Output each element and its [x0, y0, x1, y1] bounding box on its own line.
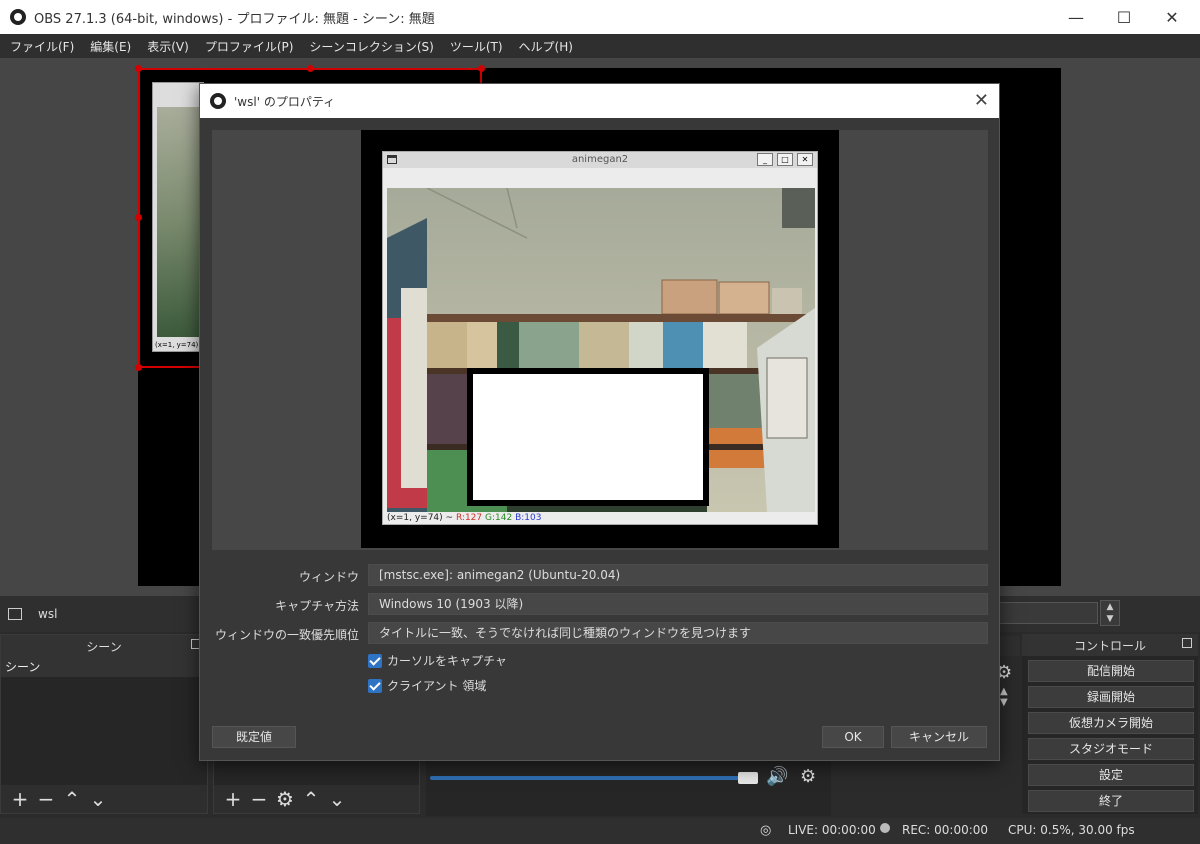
ok-button[interactable]: OK — [822, 726, 884, 748]
captured-webcam-image — [387, 188, 815, 512]
menubar: ファイル(F) 編集(E) 表示(V) プロファイル(P) シーンコレクション(… — [0, 34, 1200, 58]
dialog-title: 'wsl' のプロパティ — [234, 94, 336, 109]
maximize-icon[interactable]: ☐ — [1100, 0, 1148, 34]
start-recording-button[interactable]: 録画開始 — [1028, 686, 1194, 708]
start-virtual-camera-button[interactable]: 仮想カメラ開始 — [1028, 712, 1194, 734]
move-up-icon[interactable]: ⌃ — [59, 787, 85, 811]
close-icon: ✕ — [797, 153, 813, 166]
undock-icon[interactable] — [1000, 636, 1020, 656]
client-area-label: クライアント 領域 — [387, 679, 487, 693]
speaker-icon[interactable]: 🔊 — [766, 766, 788, 787]
checkbox-checked-icon[interactable] — [368, 678, 382, 693]
minimize-icon: _ — [757, 153, 773, 166]
exit-button[interactable]: 終了 — [1028, 790, 1194, 812]
window-select[interactable]: [mstsc.exe]: animegan2 (Ubuntu-20.04) — [368, 564, 988, 586]
rec-indicator-icon — [880, 823, 890, 833]
move-up-icon[interactable]: ⌃ — [298, 787, 324, 811]
scenes-dock: シーン シーン + − ⌃ ⌄ — [0, 634, 208, 814]
menu-view[interactable]: 表示(V) — [141, 38, 199, 55]
add-icon[interactable]: + — [220, 787, 246, 811]
captured-window: animegan2 _ □ ✕ (x=1, y=74) ~ R:127 G:14… — [382, 151, 818, 525]
menu-profile[interactable]: プロファイル(P) — [199, 38, 304, 55]
remove-icon[interactable]: − — [246, 787, 272, 811]
undock-icon[interactable] — [1182, 638, 1192, 648]
resize-handle[interactable] — [135, 65, 142, 72]
volume-slider[interactable] — [430, 776, 758, 780]
volume-slider-handle[interactable] — [738, 772, 758, 784]
window-source-icon — [8, 608, 22, 620]
scenes-dock-title: シーン — [86, 639, 122, 654]
pixel-r-value: R:127 — [455, 513, 483, 523]
pixel-g-value: G:142 — [485, 513, 513, 523]
source-spinbox[interactable] — [998, 602, 1098, 624]
settings-button[interactable]: 設定 — [1028, 764, 1194, 786]
rec-status: REC: 00:00:00 — [902, 823, 989, 837]
capture-cursor-checkbox[interactable]: カーソルをキャプチャ — [368, 652, 507, 669]
window-titlebar: OBS 27.1.3 (64-bit, windows) - プロファイル: 無… — [0, 0, 1200, 34]
client-area-checkbox[interactable]: クライアント 領域 — [368, 677, 486, 694]
defaults-button[interactable]: 既定値 — [212, 726, 296, 748]
status-bar: ◎ LIVE: 00:00:00 REC: 00:00:00 CPU: 0.5%… — [0, 818, 1200, 844]
menu-edit[interactable]: 編集(E) — [84, 38, 141, 55]
menu-scene-collection[interactable]: シーンコレクション(S) — [303, 38, 443, 55]
move-down-icon[interactable]: ⌄ — [85, 787, 111, 811]
remove-icon[interactable]: − — [33, 787, 59, 811]
menu-tools[interactable]: ツール(T) — [444, 38, 513, 55]
scene-list-item[interactable]: シーン — [1, 657, 207, 677]
add-icon[interactable]: + — [7, 787, 33, 811]
spin-updown-icon[interactable]: ▲ ▼ — [1100, 600, 1120, 626]
menu-help[interactable]: ヘルプ(H) — [513, 38, 583, 55]
capture-cursor-label: カーソルをキャプチャ — [387, 654, 507, 668]
scenes-dock-header: シーン — [1, 635, 207, 657]
resize-handle[interactable] — [307, 65, 314, 72]
cancel-button[interactable]: キャンセル — [891, 726, 987, 748]
sources-dock-footer: + − ⚙ ⌃ ⌄ — [214, 785, 419, 813]
minimize-icon[interactable]: — — [1052, 0, 1100, 34]
controls-dock-title: コントロール — [1073, 638, 1146, 653]
resize-handle[interactable] — [478, 65, 485, 72]
studio-mode-button[interactable]: スタジオモード — [1028, 738, 1194, 760]
menu-file[interactable]: ファイル(F) — [4, 38, 84, 55]
scenes-dock-footer: + − ⌃ ⌄ — [1, 785, 207, 813]
capture-method-label: キャプチャ方法 — [275, 599, 359, 613]
obs-logo-icon — [210, 93, 226, 109]
cpu-status: CPU: 0.5%, 30.00 fps — [1008, 823, 1135, 837]
resize-handle[interactable] — [135, 214, 142, 221]
close-icon[interactable]: ✕ — [974, 90, 989, 111]
gear-icon[interactable]: ⚙ — [800, 766, 816, 787]
window-label: ウィンドウ — [298, 570, 359, 584]
controls-dock-header: コントロール — [1022, 634, 1198, 656]
obs-logo-icon — [10, 9, 26, 25]
cursor-coords: (x=1, y=74) ~ — [387, 513, 454, 523]
gear-icon[interactable]: ⚙ — [272, 787, 298, 811]
window-menu-icon — [387, 155, 397, 164]
dialog-titlebar: 'wsl' のプロパティ ✕ — [200, 84, 999, 118]
selected-source-name: wsl — [38, 607, 58, 621]
pixel-b-value: B:103 — [515, 513, 542, 523]
maximize-icon: □ — [777, 153, 793, 166]
captured-window-status: (x=1, y=74) ~ R:127 G:142 B:103 — [387, 513, 541, 523]
scroll-arrows-icon[interactable]: ▲ ▼ — [1000, 686, 1008, 708]
live-icon: ◎ — [760, 823, 772, 838]
resize-handle[interactable] — [135, 364, 142, 371]
start-streaming-button[interactable]: 配信開始 — [1028, 660, 1194, 682]
window-title: OBS 27.1.3 (64-bit, windows) - プロファイル: 無… — [34, 11, 435, 27]
controls-dock: コントロール 配信開始 録画開始 仮想カメラ開始 スタジオモード 設定 終了 — [1022, 634, 1198, 814]
window-match-priority-select[interactable]: タイトルに一致、そうでなければ同じ種類のウィンドウを見つけます — [368, 622, 988, 644]
close-icon[interactable]: ✕ — [1148, 0, 1196, 34]
window-match-priority-label: ウィンドウの一致優先順位 — [214, 628, 359, 642]
checkbox-checked-icon[interactable] — [368, 653, 382, 668]
properties-dialog: 'wsl' のプロパティ ✕ animegan2 _ □ ✕ (x=1, y=7… — [199, 83, 1000, 761]
capture-method-select[interactable]: Windows 10 (1903 以降) — [368, 593, 988, 615]
move-down-icon[interactable]: ⌄ — [324, 787, 350, 811]
live-status: LIVE: 00:00:00 — [788, 823, 876, 837]
captured-window-title: animegan2 — [383, 152, 817, 168]
